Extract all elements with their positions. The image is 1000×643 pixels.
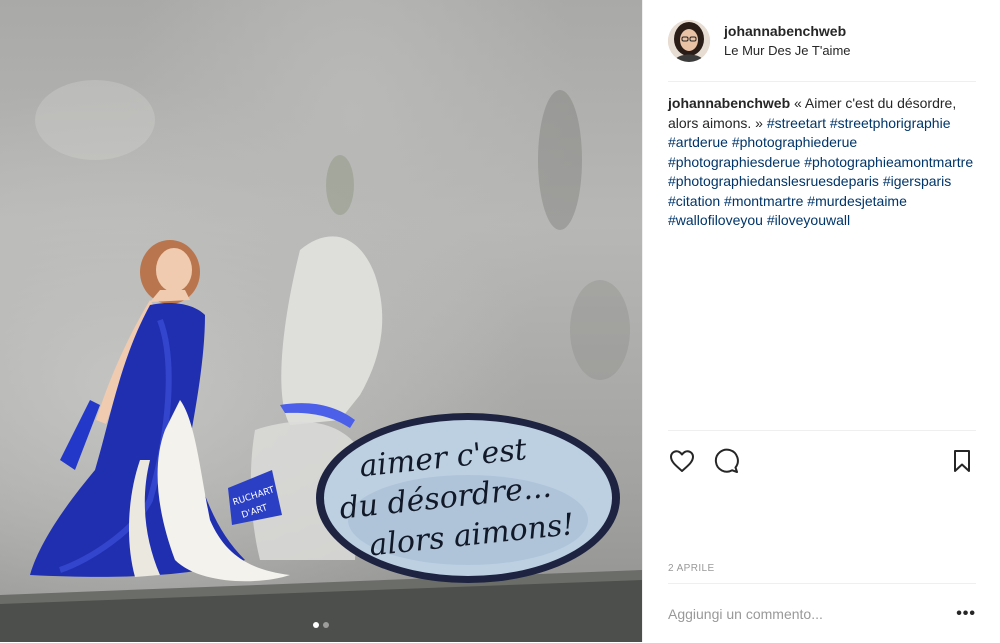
caption-hashtags[interactable]: #streetart #streetphorigraphie #artderue… (668, 115, 973, 229)
comment-input[interactable] (668, 605, 957, 622)
heart-icon (670, 450, 694, 472)
woman-figure (30, 240, 290, 582)
post-header: johannabenchweb Le Mur Des Je T'aime (668, 0, 976, 82)
carousel-dots (313, 622, 329, 628)
more-options-button[interactable]: ••• (956, 605, 976, 623)
avatar[interactable] (668, 19, 710, 62)
post-side-panel: johannabenchweb Le Mur Des Je T'aime joh… (642, 0, 1000, 642)
post-photo[interactable]: RUCHART D'ART aimer c'est du désordre...… (0, 0, 642, 642)
comment-section: ••• (668, 583, 976, 643)
speech-bubble: aimer c'est du désordre... alors aimons! (316, 413, 620, 583)
carousel-dot[interactable] (323, 622, 329, 628)
comment-icon (714, 448, 739, 473)
bookmark-icon (954, 450, 970, 472)
comment-button[interactable] (712, 447, 740, 475)
location-link[interactable]: Le Mur Des Je T'aime (724, 43, 851, 58)
carousel-dot-active[interactable] (313, 622, 319, 628)
post-actions (668, 430, 976, 481)
like-button[interactable] (668, 447, 696, 475)
street-art-illustration: RUCHART D'ART aimer c'est du désordre...… (0, 80, 642, 642)
caption-username[interactable]: johannabenchweb (668, 95, 790, 111)
save-button[interactable] (948, 447, 976, 475)
header-text: johannabenchweb Le Mur Des Je T'aime (724, 23, 851, 58)
post-caption: johannabenchweb « Aimer c'est du désordr… (668, 94, 976, 231)
username-link[interactable]: johannabenchweb (724, 23, 851, 39)
post-date: 2 APRILE (668, 563, 715, 574)
post-container: RUCHART D'ART aimer c'est du désordre...… (0, 0, 1000, 642)
avatar-image (668, 19, 710, 62)
